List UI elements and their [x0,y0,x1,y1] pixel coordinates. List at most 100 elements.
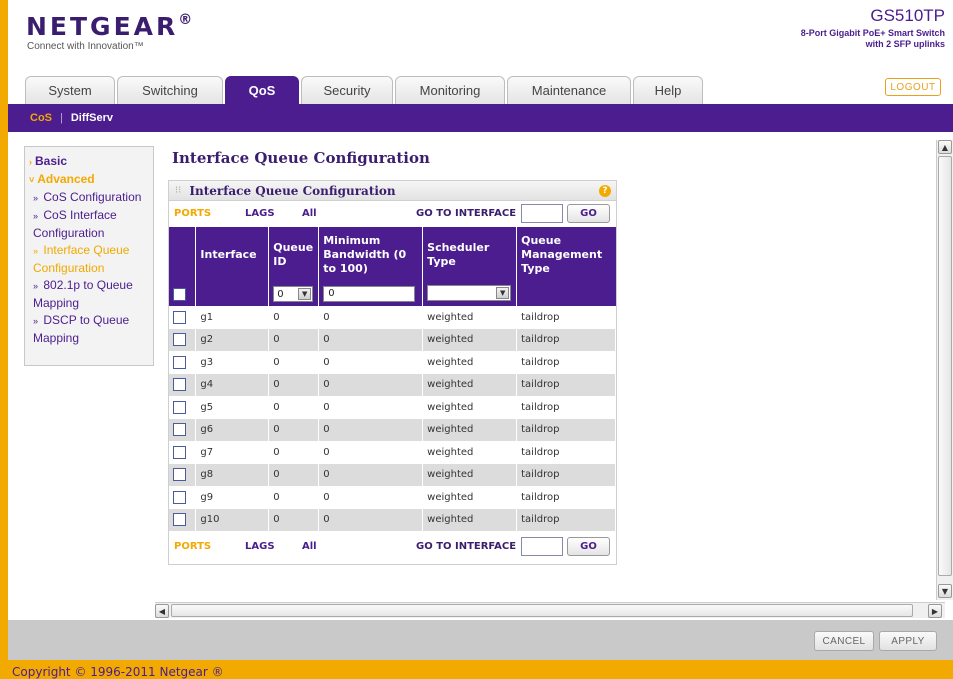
go-button[interactable]: GO [567,537,610,556]
scroll-down-arrow-icon[interactable]: ▼ [938,584,952,598]
chevron-down-icon: ˅ [29,175,35,185]
row-checkbox[interactable] [173,400,186,414]
cell-min-bandwidth: 0 [318,486,424,509]
cell-interface: g2 [195,328,270,351]
filter-row: 0 ▼ 0 ▼ [169,282,616,306]
scroll-right-arrow-icon[interactable]: ▶ [928,604,942,618]
tab-switching[interactable]: Switching [117,76,223,104]
tab-monitoring[interactable]: Monitoring [395,76,505,104]
model-name: GS510TP [870,6,945,25]
netgear-logo: NETGEAR® [26,12,196,41]
sidebar-advanced[interactable]: ˅ Advanced [29,171,153,189]
row-checkbox[interactable] [173,490,186,504]
sidebar-item-dscp-to-queue-mapping[interactable]: » DSCP to Queue Mapping [29,312,153,347]
config-panel: ⁝⁝ Interface Queue Configuration ? PORTS… [168,180,617,565]
panel-header: ⁝⁝ Interface Queue Configuration ? [169,181,616,201]
table-row[interactable]: g4 0 0 weighted taildrop [169,373,616,396]
header-scheduler-type: Scheduler Type [422,227,518,282]
cell-scheduler-type: weighted [422,486,518,509]
cell-queue-id: 0 [268,486,320,509]
cell-scheduler-type: weighted [422,373,518,396]
scroll-up-arrow-icon[interactable]: ▲ [938,140,952,154]
table-row[interactable]: g7 0 0 weighted taildrop [169,441,616,464]
tab-system[interactable]: System [25,76,115,104]
row-checkbox[interactable] [173,445,186,459]
logout-button[interactable]: LOGOUT [885,78,941,96]
sidebar-basic[interactable]: › Basic [29,153,153,171]
content-area: › Basic ˅ Advanced » CoS Configuration » C… [8,132,953,620]
scroll-left-arrow-icon[interactable]: ◀ [155,604,169,618]
ports-link[interactable]: PORTS [174,208,211,219]
sidebar-item-cos-configuration[interactable]: » CoS Configuration [29,189,153,207]
cell-interface: g7 [195,441,270,464]
tab-security[interactable]: Security [301,76,393,104]
row-checkbox[interactable] [173,310,186,324]
cell-scheduler-type: weighted [422,463,518,486]
header: NETGEAR® Connect with Innovation™ GS510T… [8,0,953,104]
cell-min-bandwidth: 0 [318,441,424,464]
goto-interface-input[interactable] [521,537,563,556]
horizontal-scrollbar[interactable]: ◀ ▶ [155,602,945,618]
row-checkbox[interactable] [173,423,186,437]
cell-queue-id: 0 [268,418,320,441]
header-queue-mgmt-type: Queue Management Type [516,227,616,282]
row-checkbox[interactable] [173,468,186,482]
tagline: Connect with Innovation™ [27,41,144,52]
cell-queue-mgmt-type: taildrop [516,508,616,531]
cell-interface: g10 [195,508,270,531]
min-bandwidth-input[interactable]: 0 [323,286,416,302]
cell-scheduler-type: weighted [422,396,518,419]
select-all-checkbox[interactable] [173,287,186,301]
cell-queue-id: 0 [268,441,320,464]
table-row[interactable]: g1 0 0 weighted taildrop [169,306,616,329]
cell-scheduler-type: weighted [422,351,518,374]
row-checkbox[interactable] [173,355,186,369]
table-row[interactable]: g6 0 0 weighted taildrop [169,418,616,441]
vertical-scrollbar[interactable]: ▲ ▼ [936,140,953,600]
tab-maintenance[interactable]: Maintenance [507,76,631,104]
table-row[interactable]: g10 0 0 weighted taildrop [169,508,616,531]
cancel-button[interactable]: CANCEL [814,631,874,651]
subnav-diffserv[interactable]: DiffServ [71,112,113,124]
scheduler-type-select[interactable]: ▼ [427,284,512,301]
horizontal-scroll-thumb[interactable] [171,604,913,617]
row-checkbox[interactable] [173,378,186,392]
table-row[interactable]: g2 0 0 weighted taildrop [169,328,616,351]
cell-queue-id: 0 [268,306,320,329]
subnav-separator: | [60,112,63,124]
drag-handle-icon[interactable]: ⁝⁝ [175,185,181,196]
row-checkbox[interactable] [173,513,186,527]
footer-bar: CANCEL APPLY [8,620,953,660]
tab-help[interactable]: Help [633,76,703,104]
sidebar-item-interface-queue-configuration[interactable]: » Interface Queue Configuration [29,242,153,277]
header-interface: Interface [195,227,270,282]
table-row[interactable]: g8 0 0 weighted taildrop [169,463,616,486]
goto-interface-input[interactable] [521,204,563,223]
all-link[interactable]: All [302,208,317,219]
goto-interface-label: GO TO INTERFACE [416,208,517,219]
cell-queue-mgmt-type: taildrop [516,418,616,441]
cell-min-bandwidth: 0 [318,306,424,329]
sidebar-item-8021p-to-queue-mapping[interactable]: » 802.1p to Queue Mapping [29,277,153,312]
sidebar-item-cos-interface-configuration[interactable]: » CoS Interface Configuration [29,207,153,242]
all-link[interactable]: All [302,541,317,552]
apply-button[interactable]: APPLY [879,631,937,651]
cell-queue-mgmt-type: taildrop [516,396,616,419]
lags-link[interactable]: LAGS [245,208,275,219]
lags-link[interactable]: LAGS [245,541,275,552]
table-row[interactable]: g3 0 0 weighted taildrop [169,351,616,374]
tab-qos[interactable]: QoS [225,76,299,104]
subnav-cos[interactable]: CoS [30,112,52,124]
header-min-bandwidth: Minimum Bandwidth (0 to 100) [318,227,424,282]
table-row[interactable]: g9 0 0 weighted taildrop [169,486,616,509]
ports-link[interactable]: PORTS [174,541,211,552]
cell-interface: g5 [195,396,270,419]
queue-id-select[interactable]: 0 ▼ [273,286,314,302]
go-button[interactable]: GO [567,204,610,223]
vertical-scroll-thumb[interactable] [938,156,952,576]
table-row[interactable]: g5 0 0 weighted taildrop [169,396,616,419]
help-icon[interactable]: ? [599,185,611,197]
copyright: Copyright © 1996-2011 Netgear ® [8,660,953,679]
cell-scheduler-type: weighted [422,306,518,329]
row-checkbox[interactable] [173,333,186,347]
